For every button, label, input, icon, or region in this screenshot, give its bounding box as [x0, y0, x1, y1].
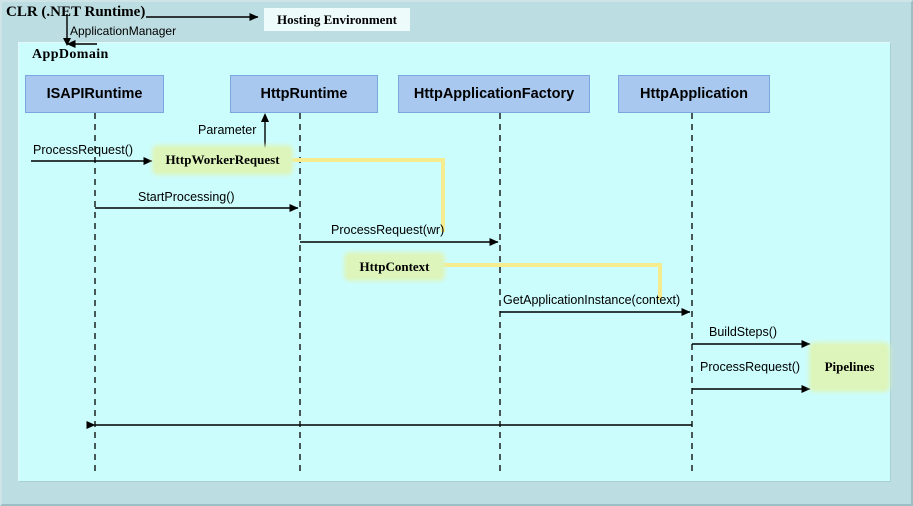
application-manager-label: ApplicationManager [70, 24, 177, 38]
label-process-request-pipelines: ProcessRequest() [700, 360, 801, 374]
participant-httpapplication[interactable]: HttpApplication [618, 75, 770, 113]
participant-httpruntime[interactable]: HttpRuntime [230, 75, 378, 113]
label-parameter: Parameter [198, 123, 257, 137]
artifact-httpworkerrequest[interactable]: HttpWorkerRequest [155, 148, 290, 172]
label-process-request-isapi: ProcessRequest() [33, 143, 134, 157]
artifact-httpcontext[interactable]: HttpContext [347, 255, 442, 278]
diagram-canvas: CLR (.NET Runtime) Hosting Environment A… [0, 0, 913, 506]
clr-runtime-label: CLR (.NET Runtime) [6, 4, 146, 20]
label-start-processing: StartProcessing() [138, 190, 235, 204]
hosting-environment-box: Hosting Environment [264, 8, 410, 31]
participant-isapiruntime[interactable]: ISAPIRuntime [25, 75, 164, 113]
appdomain-label: AppDomain [32, 47, 109, 62]
label-process-request-wr: ProcessRequest(wr) [331, 223, 445, 237]
artifact-pipelines[interactable]: Pipelines [812, 345, 887, 389]
label-build-steps: BuildSteps() [709, 325, 778, 339]
label-get-application-instance: GetApplicationInstance(context) [503, 293, 681, 307]
participant-httpapplicationfactory[interactable]: HttpApplicationFactory [398, 75, 590, 113]
